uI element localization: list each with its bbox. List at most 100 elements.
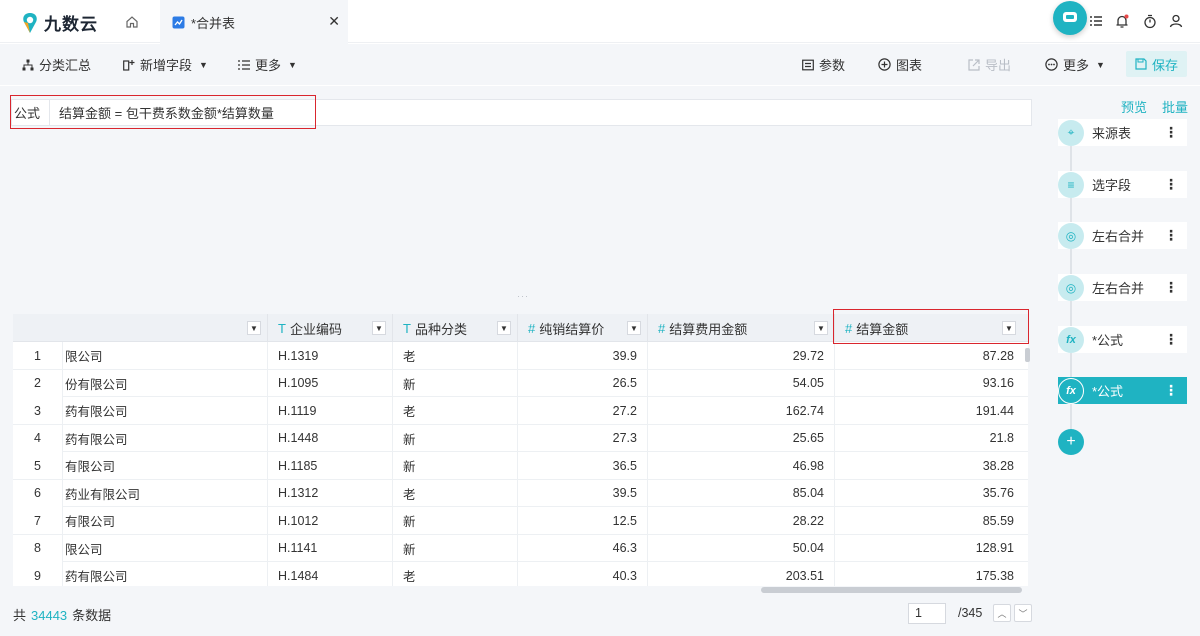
column-dropdown-icon[interactable]: ▼ (814, 321, 828, 335)
home-tab[interactable] (112, 0, 152, 43)
table-row[interactable]: 7 有限公司 H.1012 新 12.5 28.22 85.59 (13, 507, 1028, 535)
cell-code[interactable]: H.1319 (268, 342, 393, 369)
cell-fee[interactable]: 25.65 (648, 424, 835, 452)
more-left-dropdown[interactable]: 更多 ▼ (238, 55, 297, 74)
table-row[interactable]: 4 药有限公司 H.1448 新 27.3 25.65 21.8 (13, 424, 1028, 452)
step-item[interactable]: ≡ 选字段 ⋮ (1058, 171, 1187, 198)
cell-fee[interactable]: 162.74 (648, 397, 835, 424)
cell-code[interactable]: H.1119 (268, 397, 393, 424)
column-header-fee[interactable]: # 结算费用金额 ▼ (648, 314, 835, 342)
cell-fee[interactable]: 50.04 (648, 534, 835, 562)
kebab-menu-icon[interactable]: ⋮ (1164, 227, 1178, 244)
column-header-category[interactable]: T 品种分类 ▼ (393, 314, 518, 342)
step-item[interactable]: ◎ 左右合并 ⋮ (1058, 274, 1187, 301)
cell-amount[interactable]: 87.28 (835, 342, 1028, 369)
customer-service-button[interactable] (1053, 1, 1087, 35)
kebab-menu-icon[interactable]: ⋮ (1164, 382, 1178, 399)
column-header-price[interactable]: # 纯销结算价 ▼ (518, 314, 648, 342)
cell-company[interactable]: 有限公司 (63, 452, 268, 479)
cell-category[interactable]: 新 (393, 452, 518, 479)
cell-amount[interactable]: 85.59 (835, 507, 1028, 534)
cell-price[interactable]: 46.3 (518, 534, 648, 562)
chart-button[interactable]: 图表 (878, 55, 922, 74)
resize-handle[interactable]: ··· (517, 291, 529, 301)
close-icon[interactable]: ✕ (328, 13, 340, 30)
more-right-dropdown[interactable]: 更多 ▼ (1045, 55, 1105, 74)
cell-company[interactable]: 有限公司 (63, 507, 268, 534)
cell-company[interactable]: 限公司 (63, 534, 268, 562)
params-button[interactable]: 参数 (802, 55, 845, 74)
row-index[interactable]: 9 (13, 562, 63, 586)
row-index[interactable]: 8 (13, 534, 63, 562)
cell-company[interactable]: 份有限公司 (63, 369, 268, 397)
cell-fee[interactable]: 46.98 (648, 452, 835, 479)
column-dropdown-icon[interactable]: ▼ (1002, 321, 1016, 335)
table-row[interactable]: 2 份有限公司 H.1095 新 26.5 54.05 93.16 (13, 369, 1028, 397)
task-list-icon[interactable] (1087, 12, 1105, 30)
cell-code[interactable]: H.1312 (268, 479, 393, 507)
column-dropdown-icon[interactable]: ▼ (372, 321, 386, 335)
cell-category[interactable]: 老 (393, 342, 518, 369)
table-row[interactable]: 6 药业有限公司 H.1312 老 39.5 85.04 35.76 (13, 479, 1028, 507)
cell-amount[interactable]: 175.38 (835, 562, 1028, 586)
add-step-button[interactable]: + (1058, 429, 1084, 455)
cell-amount[interactable]: 93.16 (835, 370, 1028, 397)
cell-category[interactable]: 新 (393, 424, 518, 452)
table-row[interactable]: 3 药有限公司 H.1119 老 27.2 162.74 191.44 (13, 397, 1028, 425)
cell-code[interactable]: H.1448 (268, 424, 393, 452)
cell-code[interactable]: H.1095 (268, 369, 393, 397)
cell-company[interactable]: 药业有限公司 (63, 479, 268, 507)
cell-company[interactable]: 限公司 (63, 342, 268, 369)
column-header-company[interactable]: ▼ (13, 314, 268, 342)
tab-merge-table[interactable]: *合并表 ✕ (160, 0, 348, 44)
cell-amount[interactable]: 21.8 (835, 425, 1028, 452)
cell-code[interactable]: H.1185 (268, 452, 393, 479)
row-index[interactable]: 4 (13, 424, 63, 452)
column-dropdown-icon[interactable]: ▼ (247, 321, 261, 335)
cell-price[interactable]: 36.5 (518, 452, 648, 479)
user-icon[interactable] (1167, 12, 1185, 30)
cell-company[interactable]: 药有限公司 (63, 397, 268, 424)
column-header-amount[interactable]: # 结算金额 ▼ (835, 314, 1028, 342)
cell-fee[interactable]: 203.51 (648, 562, 835, 586)
kebab-menu-icon[interactable]: ⋮ (1164, 331, 1178, 348)
cell-category[interactable]: 老 (393, 562, 518, 586)
cell-fee[interactable]: 85.04 (648, 479, 835, 507)
kebab-menu-icon[interactable]: ⋮ (1164, 279, 1178, 296)
column-header-code[interactable]: T 企业编码 ▼ (268, 314, 393, 342)
export-button[interactable]: 导出 (968, 55, 1011, 74)
cell-code[interactable]: H.1012 (268, 507, 393, 534)
cell-price[interactable]: 27.2 (518, 397, 648, 424)
cell-category[interactable]: 新 (393, 534, 518, 562)
batch-link[interactable]: 批量 (1162, 97, 1188, 116)
row-index[interactable]: 3 (13, 397, 63, 424)
row-index[interactable]: 5 (13, 452, 63, 479)
row-index[interactable]: 2 (13, 369, 63, 397)
cell-price[interactable]: 27.3 (518, 424, 648, 452)
cell-category[interactable]: 新 (393, 507, 518, 534)
page-number-input[interactable]: 1 (908, 603, 946, 624)
cell-company[interactable]: 药有限公司 (63, 562, 268, 586)
horizontal-scrollbar[interactable] (761, 587, 1022, 593)
cell-amount[interactable]: 191.44 (835, 397, 1028, 424)
cell-fee[interactable]: 29.72 (648, 342, 835, 369)
column-dropdown-icon[interactable]: ▼ (627, 321, 641, 335)
formula-bar[interactable]: 公式 结算金额 = 包干费系数金额*结算数量 (11, 99, 1032, 126)
cell-price[interactable]: 40.3 (518, 562, 648, 586)
vertical-scrollbar[interactable] (1025, 348, 1030, 362)
row-index[interactable]: 6 (13, 479, 63, 507)
preview-link[interactable]: 预览 (1121, 97, 1147, 116)
timer-icon[interactable] (1141, 12, 1159, 30)
table-row[interactable]: 8 限公司 H.1141 新 46.3 50.04 128.91 (13, 534, 1028, 562)
kebab-menu-icon[interactable]: ⋮ (1164, 124, 1178, 141)
cell-category[interactable]: 老 (393, 397, 518, 424)
cell-amount[interactable]: 35.76 (835, 480, 1028, 507)
group-summary-button[interactable]: 分类汇总 (22, 55, 91, 74)
cell-price[interactable]: 39.5 (518, 479, 648, 507)
step-item[interactable]: ⌖ 来源表 ⋮ (1058, 119, 1187, 146)
notification-bell-icon[interactable] (1113, 12, 1131, 30)
table-row[interactable]: 9 药有限公司 H.1484 老 40.3 203.51 175.38 (13, 562, 1028, 586)
row-index[interactable]: 1 (13, 342, 63, 369)
app-logo[interactable]: 九数云 (20, 10, 98, 35)
cell-code[interactable]: H.1141 (268, 534, 393, 562)
